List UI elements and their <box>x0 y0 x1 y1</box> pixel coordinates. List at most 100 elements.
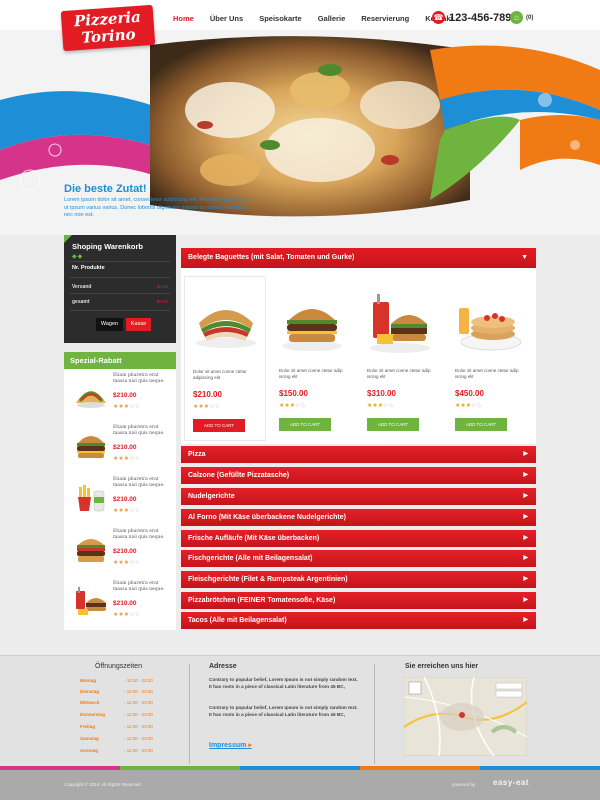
nav-ueber-uns[interactable]: Über Uns <box>202 14 251 23</box>
category-label: Fleischgerichte (Filet & Rumpsteak Argen… <box>188 576 348 583</box>
caret-down-icon: ▼ <box>521 254 528 261</box>
divider <box>70 277 170 278</box>
category-label: Frische Aufläufe (Mit Käse überbacken) <box>188 535 320 542</box>
divider <box>70 310 170 311</box>
kasse-button[interactable]: Kasse <box>126 318 151 331</box>
hours-time: - 11:00 - 23:00 <box>124 748 153 753</box>
caret-right-icon: ▶ <box>523 514 528 520</box>
arrow-right-icon: ▸ <box>248 742 252 749</box>
shipping-label: Versand <box>72 284 92 290</box>
address-text: Contrary to popular belief, Lorem Ipsum … <box>209 705 358 717</box>
products-label: Nr. Produkte <box>72 265 105 271</box>
category-baguettes[interactable]: Belegte Baguettes (mit Salat, Tomaten un… <box>181 248 536 268</box>
hours-day: Samstag <box>80 736 99 741</box>
product-text: Dolor sit amet conne ctetur adip iscing … <box>367 368 431 379</box>
add-to-cart-button[interactable]: ADD TO CART <box>455 418 507 431</box>
total-label: gesamt <box>72 299 90 305</box>
category-calzone[interactable]: Calzone (Gefüllte Pizzatasche) ▶ <box>181 467 536 484</box>
burger-menu-image <box>370 294 430 353</box>
rating-stars: ★★★☆☆ <box>279 403 306 409</box>
hours-time: - 11:00 - 23:00 <box>124 712 153 717</box>
category-label: Calzone (Gefüllte Pizzatasche) <box>188 472 290 479</box>
list-item[interactable]: Etiam pharetra erat massa nisl quis nequ… <box>64 525 176 577</box>
wagen-button[interactable]: Wagen <box>96 318 123 331</box>
cart-count: (0) <box>526 14 534 21</box>
arrows-icon: ◆◆ <box>72 254 84 260</box>
hours-day: Sonntag <box>80 748 98 753</box>
nav-home[interactable]: Home <box>165 14 202 23</box>
product-text: Dolor sit amet conne ctetur adip iscing … <box>279 368 343 379</box>
rating-stars: ★★★☆☆ <box>113 612 140 618</box>
nav-speisekarte[interactable]: Speisokarte <box>251 14 310 23</box>
category-pizzabroetchen[interactable]: Pizzabrötchen (FEINER Tomatensoße, Käse)… <box>181 592 536 609</box>
special-list: Etiam pharetra erat massa nisl quis nequ… <box>64 369 176 630</box>
location-map[interactable] <box>404 677 527 756</box>
copyright: Copyright © 2014. All Rights Reserved <box>64 782 141 787</box>
category-auflaeufe[interactable]: Frische Aufläufe (Mit Käse überbacken) ▶ <box>181 530 536 547</box>
category-label: Pizza <box>188 451 206 458</box>
hours-day: Mittwoch <box>80 700 100 705</box>
list-item[interactable]: Etiam pharetra erat massa nisl quis nequ… <box>64 577 176 629</box>
hours-day: Donnerstag <box>80 712 106 717</box>
divider <box>374 664 375 764</box>
nav-reservierung[interactable]: Reservierung <box>353 14 417 23</box>
category-label: Belegte Baguettes (mit Salat, Tomaten un… <box>188 254 355 261</box>
product-card[interactable]: Dolor sit amet conne ctetur adip iscing … <box>447 276 529 441</box>
header-cart[interactable]: ⌂ (0) <box>510 11 533 24</box>
hours-title: Öffnungszeiten <box>95 663 142 670</box>
main-nav: Home Über Uns Speisokarte Gallerie Reser… <box>165 14 461 23</box>
category-nudelgerichte[interactable]: Nudelgerichte ▶ <box>181 488 536 505</box>
rating-stars: ★★★☆☆ <box>193 404 220 410</box>
taco-image <box>76 391 106 408</box>
rating-stars: ★★★☆☆ <box>113 508 140 514</box>
easy-eat-logo[interactable]: easy-eat <box>493 778 529 787</box>
category-pizza[interactable]: Pizza ▶ <box>181 446 536 463</box>
hours-time: - 11:00 - 23:00 <box>124 700 153 705</box>
product-grid: Dolor sit amet conne ctetur adipiscing e… <box>181 268 536 444</box>
category-label: Pizzabrötchen (FEINER Tomatensoße, Käse) <box>188 597 336 604</box>
hours-day: Dienstag <box>80 689 100 694</box>
fries-image <box>78 485 105 512</box>
hero-text: Lorem ipsum dolor sit amet, consectetur … <box>64 197 249 218</box>
rating-stars: ★★★☆☆ <box>113 560 140 566</box>
burger-image <box>77 539 105 562</box>
special-title: Spezial-Rabatt <box>64 352 176 369</box>
basket-icon[interactable]: ⌂ <box>510 11 523 24</box>
category-al-forno[interactable]: Al Forno (Mit Käse überbackene Nudelgeri… <box>181 509 536 526</box>
category-fischgerichte[interactable]: Fischgerichte (Alle mit Beilagensalat) ▶ <box>181 550 536 567</box>
add-to-cart-button[interactable]: ADD TO CART <box>367 418 419 431</box>
hours-time: - 11:00 - 23:00 <box>124 736 153 741</box>
item-text: Etiam pharetra erat massa nisl quis nequ… <box>113 373 165 384</box>
item-text: Etiam pharetra erat massa nisl quis nequ… <box>113 581 165 592</box>
add-to-cart-button[interactable]: ADD TO CART <box>193 419 245 432</box>
menu-image <box>76 587 106 615</box>
hours-day: Montag <box>80 678 96 683</box>
cart-title: Shoping Warenkorb <box>72 242 143 251</box>
product-card[interactable]: Dolor sit amet conne ctetur adip iscing … <box>271 276 353 441</box>
product-price: $150.00 <box>279 389 308 398</box>
add-to-cart-button[interactable]: ADD TO CART <box>279 418 331 431</box>
category-label: Nudelgerichte <box>188 493 235 500</box>
nav-gallerie[interactable]: Gallerie <box>310 14 354 23</box>
site-logo[interactable]: Pizzeria Torino <box>60 4 156 52</box>
caret-right-icon: ▶ <box>523 617 528 623</box>
product-card[interactable]: Dolor sit amet conne ctetur adip iscing … <box>359 276 441 441</box>
product-card[interactable]: Dolor sit amet conne ctetur adipiscing e… <box>184 276 266 441</box>
product-price: $310.00 <box>367 389 396 398</box>
list-item[interactable]: Etiam pharetra erat massa nisl quis nequ… <box>64 473 176 525</box>
pancakes-image <box>459 308 522 351</box>
bottom-bar: Copyright © 2014. All Rights Reserved po… <box>0 770 600 800</box>
item-price: $210.00 <box>113 548 137 555</box>
category-fleischgerichte[interactable]: Fleischgerichte (Filet & Rumpsteak Argen… <box>181 571 536 588</box>
caret-right-icon: ▶ <box>523 472 528 478</box>
impressum-link[interactable]: Impressum ▸ <box>209 741 252 749</box>
caret-right-icon: ▶ <box>523 555 528 561</box>
item-price: $210.00 <box>113 444 137 451</box>
rating-stars: ★★★☆☆ <box>455 403 482 409</box>
category-tacos[interactable]: Tacos (Alle mit Beilagensalat) ▶ <box>181 612 536 629</box>
list-item[interactable]: Etiam pharetra erat massa nisl quis nequ… <box>64 421 176 473</box>
item-price: $210.00 <box>113 496 137 503</box>
list-item[interactable]: Etiam pharetra erat massa nisl quis nequ… <box>64 369 176 421</box>
caret-right-icon: ▶ <box>523 535 528 541</box>
item-text: Etiam pharetra erat massa nisl quis nequ… <box>113 529 165 540</box>
